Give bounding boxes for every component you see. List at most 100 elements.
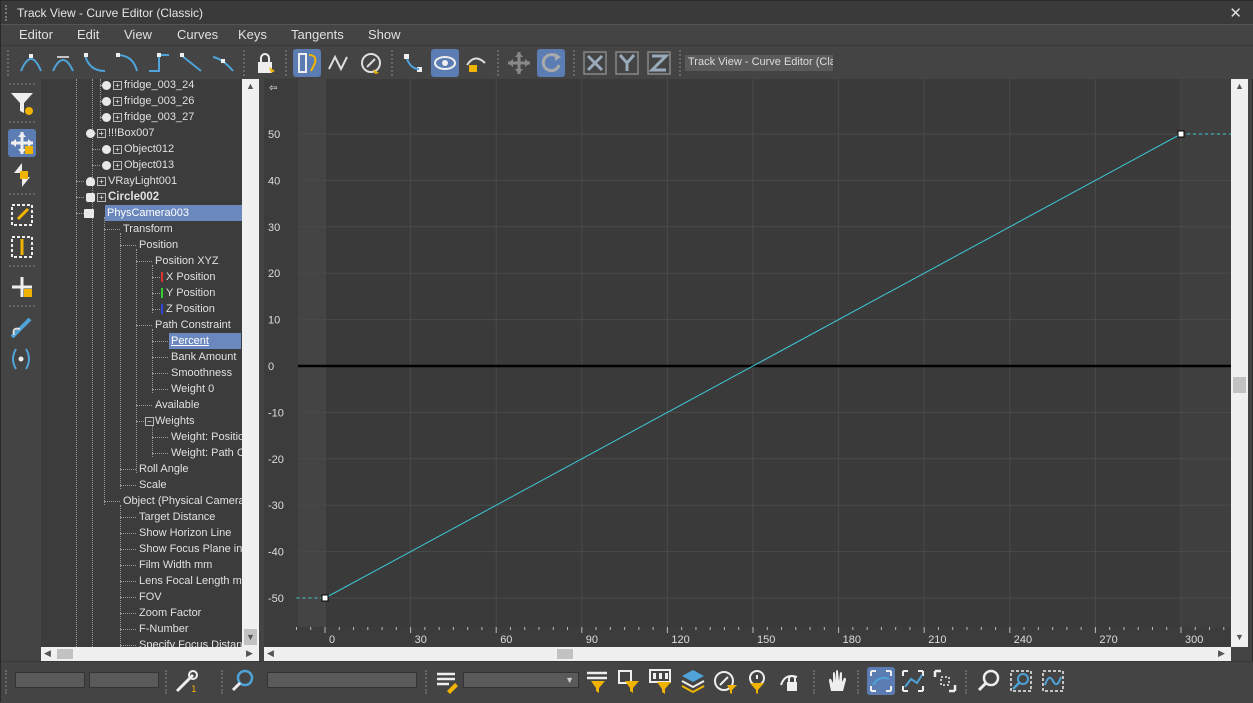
tree-item[interactable]: Zoom Factor bbox=[139, 605, 201, 621]
tree-item[interactable]: Bank Amount bbox=[171, 349, 236, 365]
value-field[interactable] bbox=[89, 672, 159, 688]
tree-vertical-scrollbar[interactable]: ▲ ▼ bbox=[242, 79, 259, 647]
tree-item[interactable]: Object012 bbox=[124, 141, 174, 157]
filter-active-layer-icon[interactable] bbox=[679, 667, 707, 695]
move-keys-tool-icon[interactable] bbox=[8, 129, 36, 157]
parameter-curve-toggle-icon[interactable] bbox=[293, 49, 321, 77]
light-bulb-icon[interactable] bbox=[86, 177, 95, 186]
expand-icon[interactable]: + bbox=[113, 161, 122, 170]
frame-value-extents-icon[interactable] bbox=[899, 667, 927, 695]
object-visibility-icon[interactable] bbox=[102, 145, 111, 154]
scroll-thumb[interactable] bbox=[1233, 377, 1246, 393]
linear-tangent-icon[interactable] bbox=[177, 49, 205, 77]
tree-item[interactable]: Weight: Position bbox=[171, 429, 250, 445]
menu-editor[interactable]: Editor bbox=[19, 27, 53, 42]
pan-hand-icon[interactable] bbox=[823, 667, 851, 695]
expand-icon[interactable]: + bbox=[97, 193, 106, 202]
tree-horizontal-scrollbar[interactable]: ◀ ▶ bbox=[41, 647, 259, 661]
show-keys-icon[interactable] bbox=[399, 49, 427, 77]
tree-item[interactable]: Position XYZ bbox=[155, 253, 219, 269]
close-button[interactable]: ✕ bbox=[1229, 4, 1242, 22]
reduce-keys-icon[interactable] bbox=[8, 345, 36, 373]
tree-item[interactable]: Weight 0 bbox=[171, 381, 214, 397]
menu-edit[interactable]: Edit bbox=[77, 27, 99, 42]
object-visibility-icon[interactable] bbox=[102, 81, 111, 90]
graph-vertical-scrollbar[interactable]: ▲ ▼ bbox=[1231, 79, 1248, 647]
curve-graph-svg[interactable]: 50 40 30 20 10 0 -10 -20 -30 -40 -50 0 30 60 90 120 150 1… bbox=[264, 79, 1231, 647]
tree-item[interactable]: Object013 bbox=[124, 157, 174, 173]
filter-unlocked-attributes-icon[interactable] bbox=[743, 667, 771, 695]
show-tangents-icon[interactable] bbox=[431, 49, 459, 77]
slow-tangent-icon[interactable] bbox=[113, 49, 141, 77]
collapse-icon[interactable]: − bbox=[145, 417, 154, 426]
auto-tangent-icon[interactable] bbox=[17, 49, 45, 77]
menu-tangents[interactable]: Tangents bbox=[291, 27, 344, 42]
move-keys-icon[interactable] bbox=[505, 49, 533, 77]
tree-item[interactable]: fridge_003_24 bbox=[124, 79, 194, 93]
filter-selected-tracks-icon[interactable] bbox=[583, 667, 611, 695]
step-tangent-icon[interactable] bbox=[145, 49, 173, 77]
filter-animated-tracks-icon[interactable] bbox=[647, 667, 675, 695]
snap-frames-icon[interactable] bbox=[537, 49, 565, 77]
frame-horizontal-extents-icon[interactable] bbox=[867, 667, 895, 695]
tree-item[interactable]: Y Position bbox=[166, 285, 215, 301]
slide-keys-icon[interactable] bbox=[8, 161, 36, 189]
tree-item[interactable]: Weights bbox=[155, 413, 195, 429]
tree-item[interactable]: Scale bbox=[139, 477, 167, 493]
y-axis-icon[interactable] bbox=[613, 49, 641, 77]
scroll-down-icon[interactable]: ▼ bbox=[246, 632, 255, 642]
object-visibility-icon[interactable] bbox=[102, 113, 111, 122]
filter-controller-type-icon[interactable] bbox=[711, 667, 739, 695]
tree-item[interactable]: !!!Box007 bbox=[108, 125, 154, 141]
tree-item[interactable]: Position bbox=[139, 237, 178, 253]
tree-item[interactable]: Transform bbox=[123, 221, 173, 237]
expand-icon[interactable]: + bbox=[113, 81, 122, 90]
tree-item[interactable]: FOV bbox=[139, 589, 162, 605]
tree-item[interactable]: Target Distance bbox=[139, 509, 215, 525]
menu-keys[interactable]: Keys bbox=[238, 27, 267, 42]
tree-item[interactable]: Film Width mm bbox=[139, 557, 212, 573]
scale-values-icon[interactable] bbox=[8, 233, 36, 261]
frame-field[interactable] bbox=[15, 672, 85, 688]
scroll-down-icon[interactable]: ▼ bbox=[1235, 632, 1244, 642]
tree-item[interactable]: Object (Physical Camera) bbox=[123, 493, 248, 509]
graph-horizontal-scrollbar[interactable]: ◀ ▶ bbox=[264, 647, 1231, 661]
isolate-curve-icon[interactable] bbox=[1039, 667, 1067, 695]
tree-item[interactable]: Show Focus Plane in Camera bbox=[139, 541, 258, 557]
tree-item[interactable]: Show Horizon Line bbox=[139, 525, 231, 541]
add-keys-icon[interactable] bbox=[8, 273, 36, 301]
tree-item[interactable]: fridge_003_26 bbox=[124, 93, 194, 109]
z-axis-icon[interactable] bbox=[645, 49, 673, 77]
shape-icon[interactable] bbox=[86, 193, 95, 202]
menu-curves[interactable]: Curves bbox=[177, 27, 218, 42]
zoom-selected-object-icon[interactable] bbox=[229, 667, 257, 695]
tree-item[interactable]: fridge_003_27 bbox=[124, 109, 194, 125]
scroll-left-icon[interactable]: ◀ bbox=[267, 648, 274, 659]
smooth-tangent-icon[interactable] bbox=[209, 49, 237, 77]
expand-icon[interactable]: + bbox=[97, 129, 106, 138]
tree-item[interactable]: Circle002 bbox=[108, 189, 159, 205]
tree-item[interactable]: X Position bbox=[166, 269, 216, 285]
scroll-left-icon[interactable]: ◀ bbox=[44, 648, 51, 659]
expand-icon[interactable]: + bbox=[113, 97, 122, 106]
x-axis-icon[interactable] bbox=[581, 49, 609, 77]
zoom-extents-icon[interactable] bbox=[931, 667, 959, 695]
filters-icon[interactable] bbox=[8, 89, 36, 117]
expand-icon[interactable]: + bbox=[113, 113, 122, 122]
tree-item[interactable]: Path Constraint bbox=[155, 317, 231, 333]
filter-curve-icon[interactable] bbox=[357, 49, 385, 77]
scale-keys-icon[interactable] bbox=[8, 201, 36, 229]
title-bar[interactable]: Track View - Curve Editor (Classic) ✕ bbox=[1, 1, 1253, 25]
tree-item-selected[interactable]: Percent bbox=[169, 333, 241, 349]
track-set-dropdown[interactable]: ▼ bbox=[463, 672, 579, 688]
tree-item-selected[interactable]: PhysCamera003 bbox=[105, 205, 242, 221]
menu-view[interactable]: View bbox=[124, 27, 152, 42]
edit-track-set-icon[interactable] bbox=[433, 667, 461, 695]
object-visibility-icon[interactable] bbox=[102, 161, 111, 170]
menu-show[interactable]: Show bbox=[368, 27, 401, 42]
object-visibility-icon[interactable] bbox=[102, 97, 111, 106]
tree-item[interactable]: Smoothness bbox=[171, 365, 232, 381]
tree-item[interactable]: Z Position bbox=[166, 301, 215, 317]
zoom-region-icon[interactable] bbox=[1007, 667, 1035, 695]
expand-icon[interactable]: + bbox=[97, 177, 106, 186]
